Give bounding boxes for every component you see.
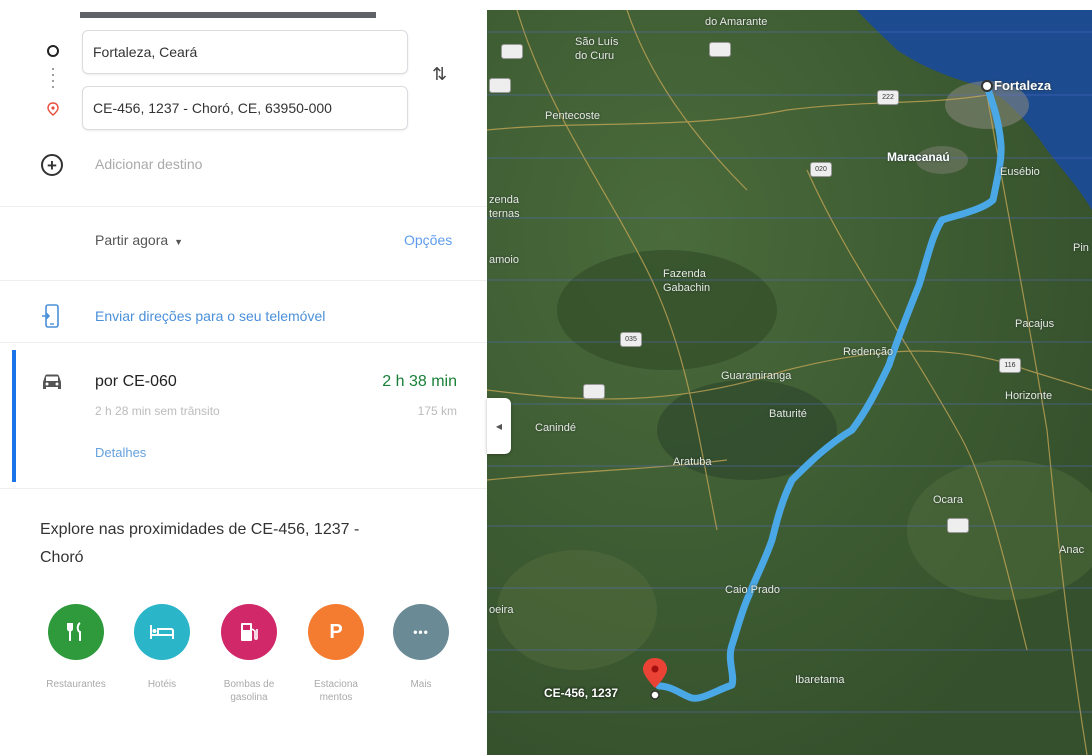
place-label: Horizonte: [1005, 390, 1053, 402]
place-label: Caio Prado: [725, 584, 781, 596]
collapse-panel-button[interactable]: ◀: [487, 398, 511, 454]
road-shield: 035: [620, 332, 642, 347]
more-icon: •••: [393, 604, 449, 660]
poi-label: Restaurantes: [46, 679, 106, 690]
map-view[interactable]: 222 020 035 116 do Amarante São Luís do …: [487, 10, 1092, 755]
place-label: do Amarante: [705, 16, 768, 28]
place-label: Eusébio: [1000, 166, 1040, 178]
place-label: ternas: [489, 208, 520, 220]
explore-nearby-title: Explore nas proximidades de CE-456, 1237…: [40, 516, 440, 572]
destination-pin-icon: [45, 101, 61, 117]
road-shield: [709, 42, 731, 57]
divider: [0, 280, 487, 281]
road-shield: [583, 384, 605, 399]
swap-icon[interactable]: ⇅: [432, 64, 447, 85]
road-shield: 116: [999, 358, 1021, 373]
car-icon: [43, 374, 61, 389]
divider: [0, 488, 487, 489]
place-label: Ocara: [933, 494, 963, 506]
divider: [0, 206, 487, 207]
poi-label: Mais: [410, 679, 432, 690]
place-label: Baturité: [769, 408, 807, 420]
hotel-icon: [134, 604, 190, 660]
road-shield: [947, 518, 969, 533]
panel-top-bar: [80, 12, 376, 18]
poi-more-button[interactable]: ••• Mais: [381, 604, 461, 691]
place-label: Ibaretama: [795, 674, 845, 686]
destination-map-label: CE-456, 1237: [544, 686, 619, 700]
poi-label: Hotéis: [147, 679, 177, 690]
place-label: Pin: [1073, 242, 1089, 254]
place-label: do Curu: [575, 50, 615, 62]
poi-label: Bombas de: [223, 679, 275, 690]
place-label: São Luís: [575, 36, 619, 48]
route-via[interactable]: por CE-060: [95, 373, 177, 391]
place-label: Guaramiranga: [721, 370, 792, 382]
restaurant-icon: [48, 604, 104, 660]
chevron-left-icon: ◀: [495, 421, 503, 431]
destination-input[interactable]: CE-456, 1237 - Choró, CE, 63950-000: [82, 86, 408, 130]
route-duration: 2 h 38 min: [382, 373, 457, 390]
depart-label: Partir agora: [95, 232, 169, 248]
selected-route-indicator: [12, 350, 16, 482]
depart-time-dropdown[interactable]: Partir agora ▼: [95, 232, 183, 248]
place-label-fortaleza: Fortaleza: [994, 78, 1052, 93]
origin-marker[interactable]: [981, 80, 993, 92]
waypoint-connector-dots: [52, 66, 54, 92]
route-no-traffic-time: 2 h 28 min sem trânsito: [95, 404, 220, 418]
road-shield: 222: [877, 90, 899, 105]
place-label: Redenção: [843, 346, 894, 358]
route-details-link[interactable]: Detalhes: [95, 445, 146, 460]
poi-restaurants-button[interactable]: Restaurantes: [36, 604, 116, 691]
add-destination-button[interactable]: Adicionar destino: [95, 156, 202, 172]
explore-title-line1: Explore nas proximidades de CE-456, 1237…: [40, 521, 360, 538]
origin-circle-icon: [46, 44, 60, 58]
poi-parking-button[interactable]: P Estaciona mentos: [296, 604, 376, 704]
origin-input[interactable]: Fortaleza, Ceará: [82, 30, 408, 74]
send-to-phone-icon[interactable]: [42, 304, 60, 330]
poi-label: Estaciona: [314, 679, 358, 690]
send-to-phone-link[interactable]: Enviar direções para o seu telemóvel: [95, 308, 325, 324]
place-label: zenda: [489, 194, 519, 206]
divider: [0, 342, 487, 343]
place-label: Pentecoste: [545, 110, 601, 122]
place-label: Fazenda: [663, 268, 706, 280]
place-label: Canindé: [535, 422, 576, 434]
place-label: Pacajus: [1015, 318, 1055, 330]
road-shield: [489, 78, 511, 93]
parking-icon: P: [308, 604, 364, 660]
road-shield: [501, 44, 523, 59]
place-label: oeira: [489, 604, 514, 616]
place-label: Aratuba: [673, 456, 712, 468]
road-shield: 020: [810, 162, 832, 177]
directions-panel: Fortaleza, Ceará CE-456, 1237 - Choró, C…: [0, 0, 487, 755]
add-destination-icon[interactable]: +: [41, 154, 63, 176]
route-distance: 175 km: [417, 404, 457, 418]
poi-gas-stations-button[interactable]: Bombas de gasolina: [209, 604, 289, 704]
caret-down-icon: ▼: [174, 237, 184, 247]
poi-hotels-button[interactable]: Hotéis: [122, 604, 202, 691]
poi-label: gasolina: [230, 692, 268, 703]
place-label: Maracanaú: [887, 150, 950, 164]
poi-label: mentos: [319, 692, 353, 703]
options-button[interactable]: Opções: [404, 232, 452, 248]
place-label: Anac: [1059, 544, 1085, 556]
gas-station-icon: [221, 604, 277, 660]
explore-title-line2: Choró: [40, 549, 84, 566]
place-label: amoio: [489, 254, 519, 266]
place-label: Gabachin: [663, 282, 711, 294]
